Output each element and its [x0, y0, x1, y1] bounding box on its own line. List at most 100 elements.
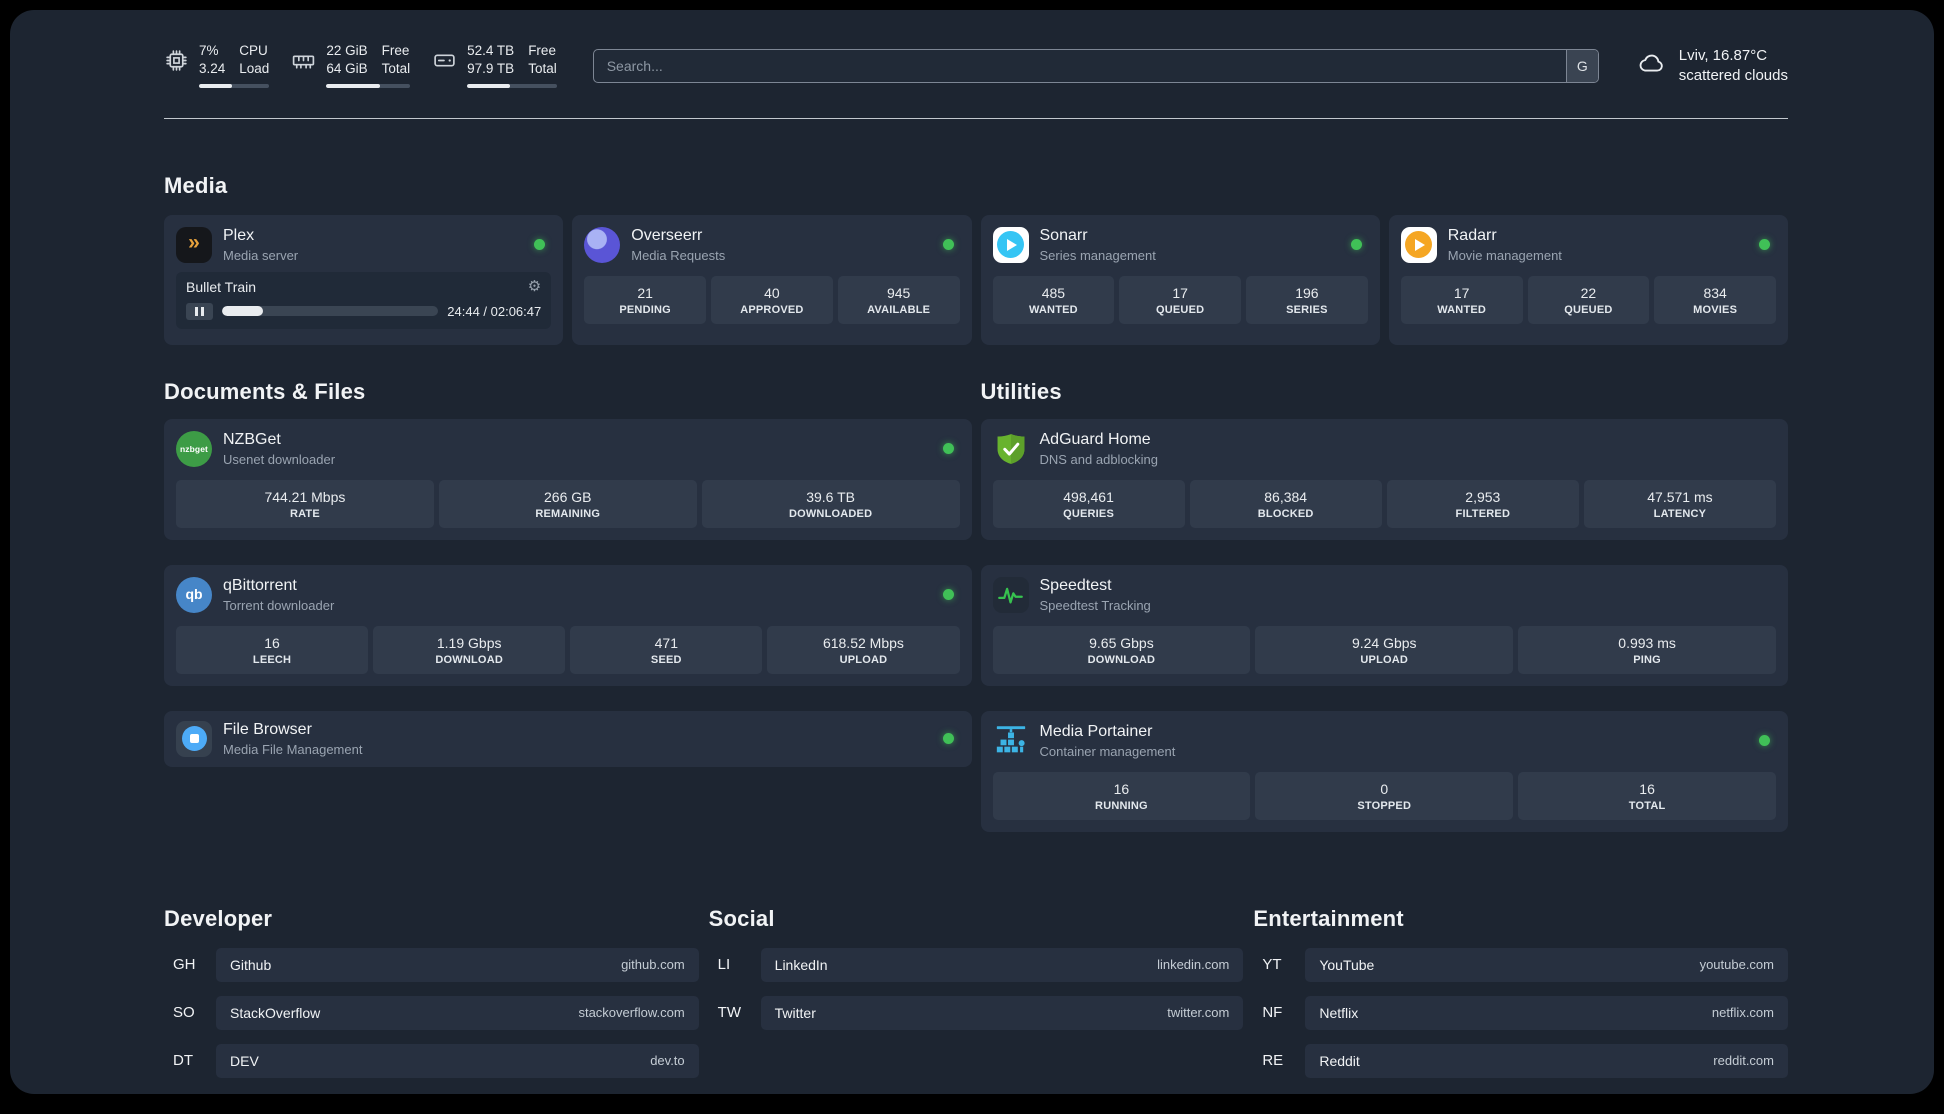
status-dot — [942, 239, 954, 251]
portainer-card[interactable]: Media Portainer Container management 16 … — [980, 710, 1788, 832]
now-playing-panel: Bullet Train ⚙ 24:44 / 02:06:47 — [176, 271, 552, 329]
stat-queries: 498,461 QUERIES — [992, 479, 1185, 528]
status-dot — [1350, 239, 1362, 251]
documents-heading: Documents & Files — [164, 378, 366, 404]
stat-wanted: 485 WANTED — [992, 275, 1115, 324]
search-input[interactable] — [593, 49, 1566, 82]
developer-heading: Developer — [164, 905, 273, 931]
filebrowser-card[interactable]: File Browser Media File Management — [164, 710, 972, 767]
filebrowser-icon — [176, 720, 212, 757]
bookmark-row: RE Reddit reddit.com — [1253, 1043, 1788, 1078]
entertainment-heading: Entertainment — [1253, 905, 1404, 931]
bookmark-reddit[interactable]: Reddit reddit.com — [1305, 1043, 1788, 1078]
app-desc: Usenet downloader — [223, 451, 336, 467]
bookmark-row: NF Netflix netflix.com — [1253, 995, 1788, 1030]
top-bar: 7% 3.24 CPU Load 22 GiB 64 GiB Free Tota… — [164, 43, 1788, 88]
bookmark-abbr: LI — [717, 956, 731, 974]
app-desc: Speedtest Tracking — [1039, 597, 1151, 613]
plex-card[interactable]: » Plex Media server Bullet Train ⚙ 24:44… — [164, 214, 564, 345]
media-section-heading: Media — [164, 172, 228, 198]
search-bar: G — [592, 48, 1599, 83]
speedtest-card[interactable]: Speedtest Speedtest Tracking 9.65 Gbps D… — [980, 564, 1788, 686]
status-dot — [534, 239, 546, 251]
dashboard: 7% 3.24 CPU Load 22 GiB 64 GiB Free Tota… — [10, 10, 1934, 1094]
app-name: Overseerr — [631, 226, 703, 244]
now-playing-title: Bullet Train — [186, 278, 257, 295]
app-name: File Browser — [223, 720, 312, 738]
disk-label-1: Free — [528, 43, 556, 58]
bookmark-abbr: RE — [1262, 1052, 1284, 1070]
disk-icon — [432, 48, 457, 78]
ram-total: 64 GiB — [326, 60, 368, 76]
bookmark-abbr: GH — [173, 956, 196, 974]
bookmark-row: DT DEV dev.to — [164, 1043, 699, 1078]
bookmark-row: GH Github github.com — [164, 947, 699, 982]
stat-download: 1.19 Gbps DOWNLOAD — [373, 625, 566, 674]
stat-approved: 40 APPROVED — [711, 275, 833, 324]
disk-widget: 52.4 TB 97.9 TB Free Total — [432, 43, 557, 88]
app-desc: Media Requests — [631, 247, 726, 263]
stat-leech: 16 LEECH — [176, 625, 369, 674]
stat-rate: 744.21 Mbps RATE — [176, 479, 434, 528]
bookmark-stackoverflow[interactable]: StackOverflow stackoverflow.com — [216, 995, 699, 1030]
app-desc: Container management — [1039, 743, 1176, 759]
status-dot — [942, 733, 954, 745]
stat-download: 9.65 Gbps DOWNLOAD — [992, 625, 1251, 674]
status-dot — [942, 589, 954, 601]
sonarr-card[interactable]: Sonarr Series management 485 WANTED 17 Q… — [980, 214, 1380, 345]
cpu-icon — [164, 48, 189, 78]
radarr-card[interactable]: Radarr Movie management 17 WANTED 22 QUE… — [1388, 214, 1788, 345]
stat-upload: 618.52 Mbps UPLOAD — [767, 625, 960, 674]
weather-widget: Lviv, 16.87°C scattered clouds — [1633, 46, 1788, 87]
bookmark-twitter[interactable]: Twitter twitter.com — [760, 995, 1244, 1030]
cpu-load: 3.24 — [199, 60, 226, 76]
utilities-heading: Utilities — [980, 378, 1062, 404]
bookmark-linkedin[interactable]: LinkedIn linkedin.com — [760, 947, 1244, 982]
radarr-icon — [1400, 226, 1437, 263]
sonarr-icon — [992, 226, 1029, 263]
overseerr-card[interactable]: Overseerr Media Requests 21 PENDING 40 A… — [572, 214, 972, 345]
qbittorrent-icon: qb — [176, 576, 212, 613]
utilities-section: Utilities AdGuard Home DNS and adblockin… — [980, 345, 1788, 832]
adguard-card[interactable]: AdGuard Home DNS and adblocking 498,461 … — [980, 418, 1788, 540]
bookmark-row: YT YouTube youtube.com — [1253, 947, 1788, 982]
search-provider-button[interactable]: G — [1565, 49, 1598, 82]
qbittorrent-card[interactable]: qb qBittorrent Torrent downloader 16 LEE… — [164, 564, 972, 686]
bookmark-abbr: YT — [1262, 956, 1282, 974]
app-name: Radarr — [1447, 226, 1497, 244]
bookmark-abbr: DT — [173, 1052, 193, 1070]
seek-bar[interactable] — [222, 306, 439, 317]
app-name: Media Portainer — [1039, 722, 1153, 740]
stat-remaining: 266 GB REMAINING — [438, 479, 697, 528]
status-dot — [1759, 239, 1770, 251]
app-name: Speedtest — [1039, 576, 1112, 594]
app-desc: Media File Management — [223, 741, 363, 757]
ram-label-2: Total — [381, 60, 411, 76]
stat-seed: 471 SEED — [570, 625, 763, 674]
stat-queued: 17 QUEUED — [1119, 275, 1241, 324]
bookmark-abbr: SO — [173, 1004, 195, 1022]
pause-button[interactable] — [186, 302, 213, 320]
app-name: qBittorrent — [223, 576, 297, 594]
app-desc: DNS and adblocking — [1039, 451, 1159, 467]
overseerr-icon — [584, 226, 621, 263]
bookmark-youtube[interactable]: YouTube youtube.com — [1305, 947, 1788, 982]
bookmark-dev[interactable]: DEV dev.to — [216, 1043, 699, 1078]
bookmark-github[interactable]: Github github.com — [216, 947, 699, 982]
social-heading: Social — [708, 905, 775, 931]
nzbget-card[interactable]: nzbget NZBGet Usenet downloader 744.21 M… — [164, 418, 972, 540]
stat-stopped: 0 STOPPED — [1255, 771, 1514, 820]
speedtest-icon — [992, 576, 1029, 613]
bookmark-netflix[interactable]: Netflix netflix.com — [1305, 995, 1788, 1030]
developer-section: Developer GH Github github.com SO StackO… — [164, 906, 699, 1092]
player-settings-icon[interactable]: ⚙ — [528, 279, 541, 294]
stat-queued: 22 QUEUED — [1527, 275, 1650, 324]
stat-pending: 21 PENDING — [584, 275, 706, 324]
app-desc: Media server — [223, 247, 299, 263]
ram-icon — [291, 48, 316, 78]
cpu-progress — [199, 83, 270, 88]
app-desc: Series management — [1039, 247, 1156, 263]
documents-section: Documents & Files nzbget NZBGet Usenet d… — [164, 345, 972, 767]
bookmark-row: TW Twitter twitter.com — [709, 995, 1244, 1030]
disk-progress — [467, 83, 557, 88]
